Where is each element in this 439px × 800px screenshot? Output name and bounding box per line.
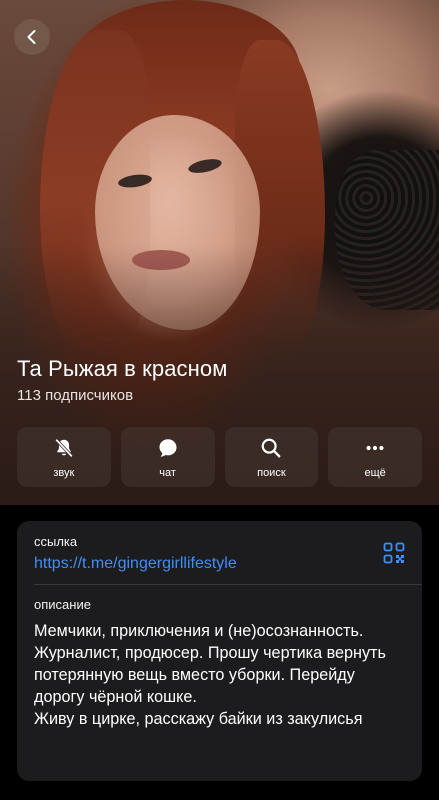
photo-detail (132, 250, 190, 270)
description-label: описание (34, 597, 91, 612)
chevron-left-icon (27, 30, 36, 44)
profile-name: Та Рыжая в красном (17, 356, 228, 381)
chat-label: чат (159, 466, 176, 479)
link-row[interactable]: ссылка https://t.me/gingergirllifestyle (34, 534, 414, 573)
search-label: поиск (257, 466, 286, 479)
photo-detail (95, 115, 260, 330)
more-button[interactable]: ещё (328, 427, 422, 487)
mute-button[interactable]: звук (17, 427, 111, 487)
search-icon (259, 436, 283, 460)
divider (34, 584, 422, 585)
chat-bubble-icon (156, 436, 180, 460)
bell-slash-icon (52, 436, 76, 460)
info-card: ссылка https://t.me/gingergirllifestyle … (17, 521, 422, 781)
link-label: ссылка (34, 534, 78, 549)
mute-label: звук (53, 466, 75, 479)
channel-link[interactable]: https://t.me/gingergirllifestyle (34, 555, 414, 573)
action-bar: звук чат поиск ещё (17, 427, 422, 487)
description-row: описание Мемчики, приключения и (не)осоз… (34, 597, 409, 730)
chat-button[interactable]: чат (120, 427, 215, 487)
search-button[interactable]: поиск (224, 427, 319, 487)
photo-detail (335, 150, 439, 310)
back-button[interactable] (14, 19, 50, 55)
more-dots-icon (363, 436, 387, 460)
subscriber-count: 113 подписчиков (17, 387, 134, 404)
qr-code-icon[interactable] (382, 541, 406, 565)
description-text: Мемчики, приключения и (не)осознанность.… (34, 622, 386, 728)
more-label: ещё (364, 466, 386, 479)
